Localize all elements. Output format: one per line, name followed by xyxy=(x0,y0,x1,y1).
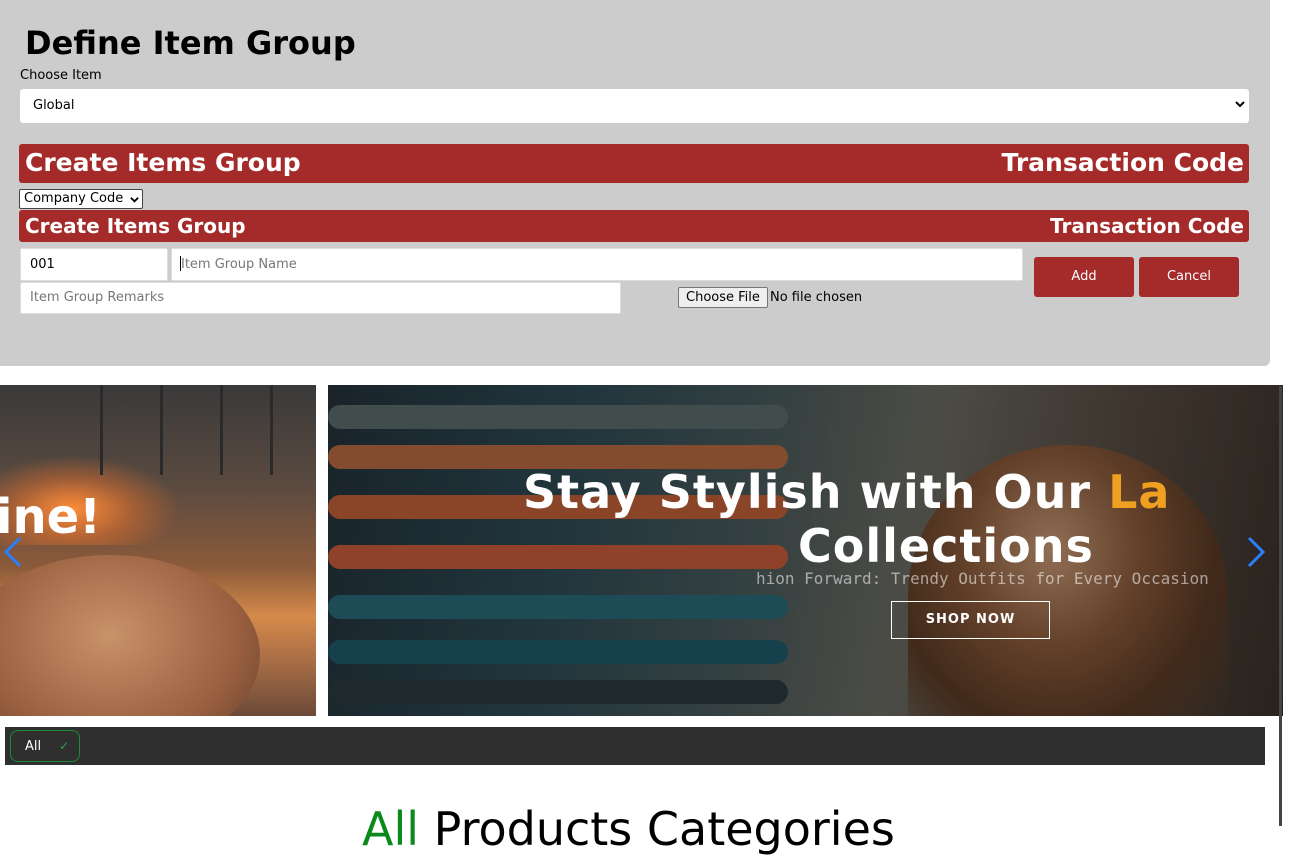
hero-headline-line2: Collections xyxy=(798,519,1094,573)
choose-item-label: Choose Item xyxy=(20,68,102,83)
chevron-right-icon[interactable] xyxy=(1245,535,1267,569)
subheader-transaction-code: Transaction Code xyxy=(1050,214,1244,238)
company-code-select[interactable]: Company Code xyxy=(19,189,143,209)
choose-item-value: Global xyxy=(33,98,75,113)
hero-headline: Stay Stylish with Our La xyxy=(523,465,1170,519)
chevron-left-icon[interactable] xyxy=(2,535,24,569)
subheader-title: Create Items Group xyxy=(25,214,246,238)
section-heading-accent: All xyxy=(362,802,420,856)
choose-item-select[interactable]: Global xyxy=(20,89,1249,123)
filter-chip-label: All xyxy=(25,739,42,754)
check-icon: ✓ xyxy=(59,739,70,753)
hero-subtitle: hion Forward: Trendy Outfits for Every O… xyxy=(756,569,1209,588)
choose-file-button[interactable]: Choose File xyxy=(678,287,768,308)
item-group-name-placeholder: Item Group Name xyxy=(181,257,297,272)
company-code-value: Company Code xyxy=(24,191,124,206)
header-transaction-code: Transaction Code xyxy=(1001,148,1244,177)
cancel-button[interactable]: Cancel xyxy=(1139,257,1239,297)
hero-carousel[interactable]: ine! Stay Stylish with Our La Collection… xyxy=(0,385,1283,716)
hero-headline-text: Stay Stylish with Our xyxy=(523,465,1109,519)
carousel-slide-previous: ine! xyxy=(0,385,316,716)
file-status: No file chosen xyxy=(770,290,863,305)
slide-image-hanger xyxy=(270,385,273,475)
category-filter-bar: All ✓ xyxy=(5,727,1265,765)
page-title: Define Item Group xyxy=(25,24,356,62)
slide-image-hanger xyxy=(160,385,163,475)
create-items-group-subheader: Create Items Group Transaction Code xyxy=(19,210,1249,242)
slide-image-hanger xyxy=(220,385,223,475)
scroll-edge xyxy=(1279,386,1282,826)
filter-chip-all[interactable]: All ✓ xyxy=(10,730,80,762)
chevron-down-icon xyxy=(130,197,139,203)
slide-divider xyxy=(316,385,328,716)
item-group-name-input[interactable]: Item Group Name xyxy=(171,248,1023,281)
chevron-down-icon xyxy=(1235,101,1245,108)
item-group-code-input[interactable]: 001 xyxy=(20,248,168,281)
hero-headline-accent: La xyxy=(1108,465,1171,519)
add-button[interactable]: Add xyxy=(1034,257,1134,297)
header-title: Create Items Group xyxy=(25,148,301,177)
item-group-remarks-input[interactable]: Item Group Remarks xyxy=(20,282,621,314)
section-heading: All Products Categories xyxy=(362,802,895,856)
slide-image-bread xyxy=(0,555,260,716)
carousel-slide-active: Stay Stylish with Our La Collections hio… xyxy=(328,385,1283,716)
create-items-group-header: Create Items Group Transaction Code xyxy=(19,144,1249,183)
section-heading-text: Products Categories xyxy=(419,802,895,856)
define-item-group-panel: Define Item Group Choose Item Global Cre… xyxy=(0,0,1270,366)
slide-image-hanger xyxy=(100,385,103,475)
shop-now-button[interactable]: SHOP NOW xyxy=(891,601,1050,639)
